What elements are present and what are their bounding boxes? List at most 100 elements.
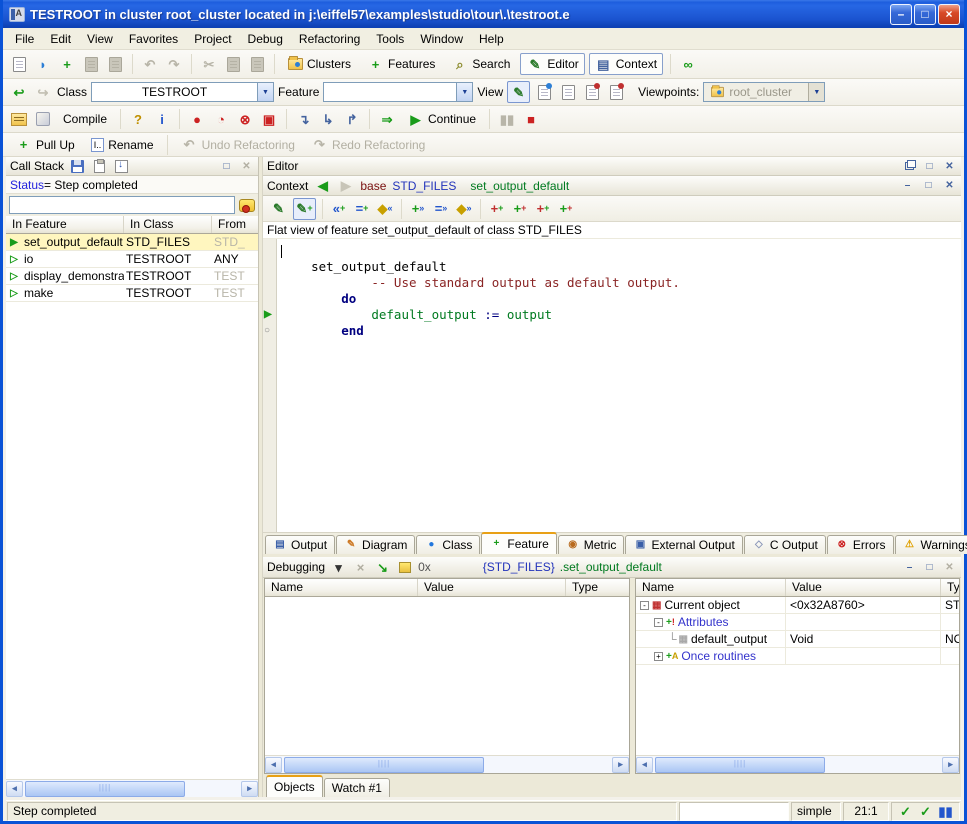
menu-edit[interactable]: Edit bbox=[42, 30, 79, 48]
object-tree-row[interactable]: -▦Current object<0x32A8760>STD_ bbox=[636, 597, 959, 614]
context-maximize-icon[interactable]: □ bbox=[921, 179, 936, 192]
tab-objects[interactable]: Objects bbox=[266, 775, 323, 797]
editor-gutter[interactable]: ▶○ bbox=[263, 239, 277, 532]
cut-icon[interactable]: ✂ bbox=[199, 54, 219, 74]
scroll-left-icon[interactable]: ◂ bbox=[6, 781, 23, 797]
debugging-maximize-icon[interactable]: □ bbox=[922, 561, 937, 574]
run-icon[interactable]: ⇒ bbox=[377, 109, 397, 129]
hex-format-label[interactable]: 0x bbox=[418, 560, 431, 574]
minimize-button[interactable]: – bbox=[890, 4, 912, 25]
remove-breakpoints-icon[interactable]: ⊗ bbox=[235, 109, 255, 129]
debug-breadcrumb-feature[interactable]: .set_output_default bbox=[560, 560, 662, 574]
title-bar[interactable]: TESTROOT in cluster root_cluster located… bbox=[3, 0, 964, 28]
class-combo-arrow-icon[interactable]: ▼ bbox=[257, 83, 273, 101]
object-tree-row[interactable]: -+!Attributes bbox=[636, 614, 959, 631]
object-tree-row[interactable]: ++AOnce routines bbox=[636, 648, 959, 665]
editor-header[interactable]: Editor □ ✕ bbox=[263, 157, 961, 176]
menu-project[interactable]: Project bbox=[186, 30, 239, 48]
continue-button[interactable]: ▶ Continue bbox=[401, 108, 482, 130]
debugging-goto-icon[interactable]: ↘ bbox=[374, 557, 391, 577]
step-into-icon[interactable]: ↴ bbox=[294, 109, 314, 129]
menu-refactoring[interactable]: Refactoring bbox=[291, 30, 368, 48]
breakpoint-slot-icon[interactable]: ○ bbox=[264, 323, 270, 339]
tab-errors[interactable]: ⊗Errors bbox=[827, 535, 894, 554]
code-editor[interactable]: ▶○ set_output_default-- Use standard out… bbox=[263, 239, 961, 532]
undo-refactoring-button[interactable]: ↶ Undo Refactoring bbox=[175, 134, 301, 156]
search-button[interactable]: ⌕ Search bbox=[445, 53, 516, 75]
suppliers-icon[interactable]: ++ bbox=[556, 199, 576, 219]
step-out-icon[interactable]: ↱ bbox=[342, 109, 362, 129]
view-editor-icon[interactable]: ✎ bbox=[507, 81, 530, 103]
error-info-icon[interactable]: ? bbox=[128, 109, 148, 129]
debug-breadcrumb-class[interactable]: {STD_FILES} bbox=[483, 560, 555, 574]
feature-combobox[interactable]: ▼ bbox=[323, 82, 473, 102]
scroll-right-icon[interactable]: ▸ bbox=[942, 757, 959, 773]
context-back-icon[interactable]: ◀ bbox=[314, 176, 331, 196]
feature-combo-arrow-icon[interactable]: ▼ bbox=[456, 83, 472, 101]
object-tree-row[interactable]: └▦default_outputVoidNONE bbox=[636, 631, 959, 648]
tab-warnings[interactable]: ⚠Warnings bbox=[895, 535, 967, 554]
call-stack-close-icon[interactable]: ✕ bbox=[239, 160, 254, 173]
callees-icon[interactable]: +» bbox=[408, 199, 428, 219]
debugging-minimize-icon[interactable]: – bbox=[902, 561, 917, 574]
menu-window[interactable]: Window bbox=[412, 30, 471, 48]
call-stack-row[interactable]: ▷makeTESTROOTTEST bbox=[6, 285, 258, 302]
objects-right-hscrollbar[interactable]: ◂ ▸ bbox=[636, 755, 959, 773]
copy-icon[interactable] bbox=[223, 54, 243, 74]
pull-up-button[interactable]: + Pull Up bbox=[9, 134, 81, 156]
melt-icon[interactable] bbox=[33, 109, 53, 129]
exception-input[interactable] bbox=[9, 196, 235, 214]
stop-icon[interactable]: ■ bbox=[521, 109, 541, 129]
clients-icon[interactable]: ++ bbox=[533, 199, 553, 219]
scroll-left-icon[interactable]: ◂ bbox=[636, 757, 653, 773]
objects-left-hscrollbar[interactable]: ◂ ▸ bbox=[265, 755, 629, 773]
code-line[interactable]: do bbox=[281, 291, 961, 307]
menu-debug[interactable]: Debug bbox=[240, 30, 291, 48]
column-header[interactable]: Name bbox=[636, 579, 786, 596]
tab-metric[interactable]: ◉Metric bbox=[558, 535, 625, 554]
add-icon[interactable]: + bbox=[57, 54, 77, 74]
code-line[interactable]: -- Use standard output as default output… bbox=[281, 275, 961, 291]
scroll-right-icon[interactable]: ▸ bbox=[241, 781, 258, 797]
code-line[interactable]: set_output_default bbox=[281, 259, 961, 275]
call-stack-column-headers[interactable]: In FeatureIn ClassFrom bbox=[6, 216, 258, 234]
debugging-header[interactable]: Debugging ▾ × ↘ 0x {STD_FILES} .set_outp… bbox=[263, 557, 961, 578]
close-button[interactable]: × bbox=[938, 4, 960, 25]
tab-c-output[interactable]: ◇C Output bbox=[744, 535, 826, 554]
project-settings-icon[interactable] bbox=[9, 109, 29, 129]
call-stack-row[interactable]: ▶set_output_defaultSTD_FILESSTD_ bbox=[6, 234, 258, 251]
creations-icon[interactable]: ◆» bbox=[454, 199, 474, 219]
context-close-icon[interactable]: ✕ bbox=[942, 179, 957, 192]
call-stack-maximize-icon[interactable]: □ bbox=[219, 160, 234, 173]
menu-help[interactable]: Help bbox=[471, 30, 512, 48]
callers-icon[interactable]: «+ bbox=[329, 199, 349, 219]
menu-tools[interactable]: Tools bbox=[368, 30, 412, 48]
view-flat-contract-icon[interactable] bbox=[606, 82, 626, 102]
save-all-icon[interactable] bbox=[105, 54, 125, 74]
menu-file[interactable]: File bbox=[7, 30, 42, 48]
debugging-close-tool-icon[interactable]: × bbox=[352, 557, 369, 577]
link-tool-icon[interactable]: ∞ bbox=[678, 54, 698, 74]
expand-icon[interactable]: + bbox=[654, 652, 663, 661]
new-feature-view-icon[interactable]: ✎+ bbox=[293, 198, 316, 220]
import-call-stack-icon[interactable] bbox=[113, 156, 130, 176]
assigners-icon[interactable]: =+ bbox=[352, 199, 372, 219]
column-header[interactable]: Value bbox=[418, 579, 566, 596]
column-header[interactable]: In Class bbox=[124, 216, 212, 233]
call-stack-row[interactable]: ▷ioTESTROOTANY bbox=[6, 251, 258, 268]
tab-watch-1[interactable]: Watch #1 bbox=[324, 778, 390, 797]
breadcrumb-feature[interactable]: set_output_default bbox=[470, 179, 569, 193]
collapse-icon[interactable]: - bbox=[640, 601, 649, 610]
save-icon[interactable] bbox=[81, 54, 101, 74]
creators-icon[interactable]: ◆« bbox=[375, 199, 395, 219]
editor-toggle-button[interactable]: ✎ Editor bbox=[520, 53, 584, 75]
paste-icon[interactable] bbox=[247, 54, 267, 74]
history-forward-icon[interactable]: ↪ bbox=[33, 82, 53, 102]
class-combobox[interactable]: TESTROOT ▼ bbox=[91, 82, 274, 102]
objects-right-headers[interactable]: NameValueType bbox=[636, 579, 959, 597]
code-line[interactable] bbox=[281, 243, 961, 259]
rename-button[interactable]: I.. Rename bbox=[85, 134, 160, 156]
compile-button[interactable]: Compile bbox=[57, 108, 113, 130]
debugging-note-icon[interactable] bbox=[396, 557, 413, 577]
redo-icon[interactable]: ↷ bbox=[164, 54, 184, 74]
